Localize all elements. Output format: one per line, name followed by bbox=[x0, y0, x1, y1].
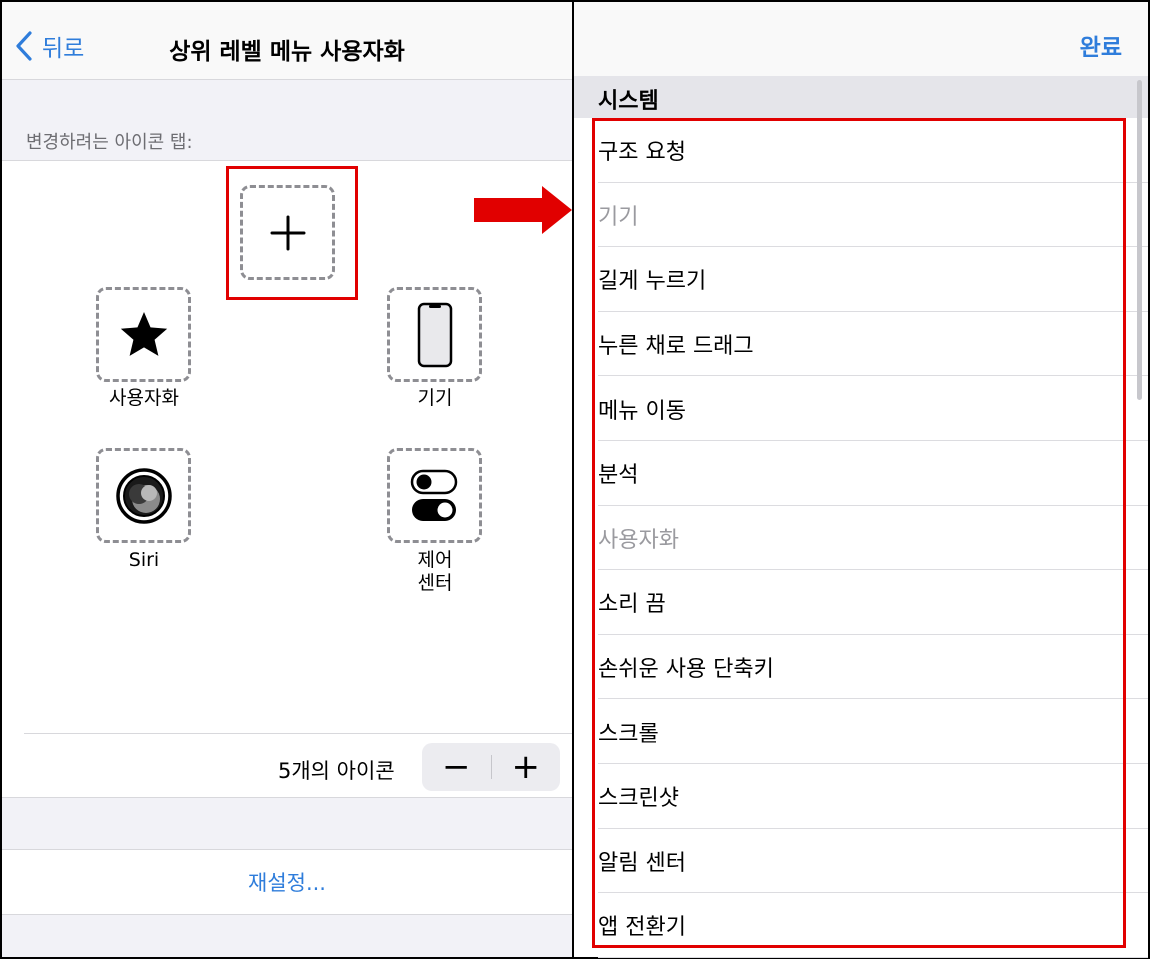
action-list-pane: 완료 시스템 구조 요청 기기 길게 누르기 누른 채로 드래그 메뉴 이동 분석 사용자화… bbox=[574, 2, 1148, 958]
toggle-switches-icon bbox=[410, 469, 457, 521]
highlight-box-list bbox=[592, 118, 1126, 948]
siri-icon bbox=[115, 467, 172, 524]
slot-customize[interactable] bbox=[96, 287, 191, 382]
slot-customize-label: 사용자화 bbox=[109, 387, 179, 409]
navigation-bar: 뒤로 상위 레벨 메뉴 사용자화 bbox=[2, 2, 572, 80]
slot-top-add[interactable] bbox=[240, 185, 335, 280]
increment-button[interactable]: + bbox=[492, 743, 561, 791]
scrollbar[interactable] bbox=[1137, 80, 1142, 400]
plus-icon bbox=[270, 215, 305, 250]
slot-control-center[interactable] bbox=[387, 448, 482, 543]
right-navigation-bar: 완료 bbox=[574, 2, 1148, 76]
slot-siri-label: Siri bbox=[128, 549, 160, 571]
section-label: 변경하려는 아이콘 탭: bbox=[26, 132, 193, 153]
reset-button[interactable]: 재설정... bbox=[248, 867, 326, 897]
icon-count-label: 5개의 아이콘 bbox=[278, 759, 395, 783]
icon-grid: 사용자화 기기 Siri 제어 센터 5개의 아이콘 − + bbox=[2, 160, 572, 798]
red-arrow-icon bbox=[474, 186, 572, 234]
slot-device-label: 기기 bbox=[417, 387, 453, 409]
done-button[interactable]: 완료 bbox=[1080, 28, 1122, 62]
iphone-icon bbox=[417, 302, 452, 367]
icon-count-stepper: − + bbox=[422, 743, 560, 791]
slot-device[interactable] bbox=[387, 287, 482, 382]
divider-line bbox=[24, 733, 572, 734]
reset-row: 재설정... bbox=[2, 849, 572, 915]
slot-siri[interactable] bbox=[96, 448, 191, 543]
list-section-header: 시스템 bbox=[574, 76, 1148, 118]
page-title: 상위 레벨 메뉴 사용자화 bbox=[169, 39, 405, 65]
slot-control-center-label: 제어 센터 bbox=[417, 549, 453, 594]
customize-menu-pane: 뒤로 상위 레벨 메뉴 사용자화 변경하려는 아이콘 탭: 사용자화 기기 Si… bbox=[2, 2, 572, 957]
pane-divider bbox=[572, 0, 574, 959]
list-section-title: 시스템 bbox=[598, 89, 659, 114]
star-icon bbox=[120, 311, 167, 356]
decrement-button[interactable]: − bbox=[422, 743, 491, 791]
